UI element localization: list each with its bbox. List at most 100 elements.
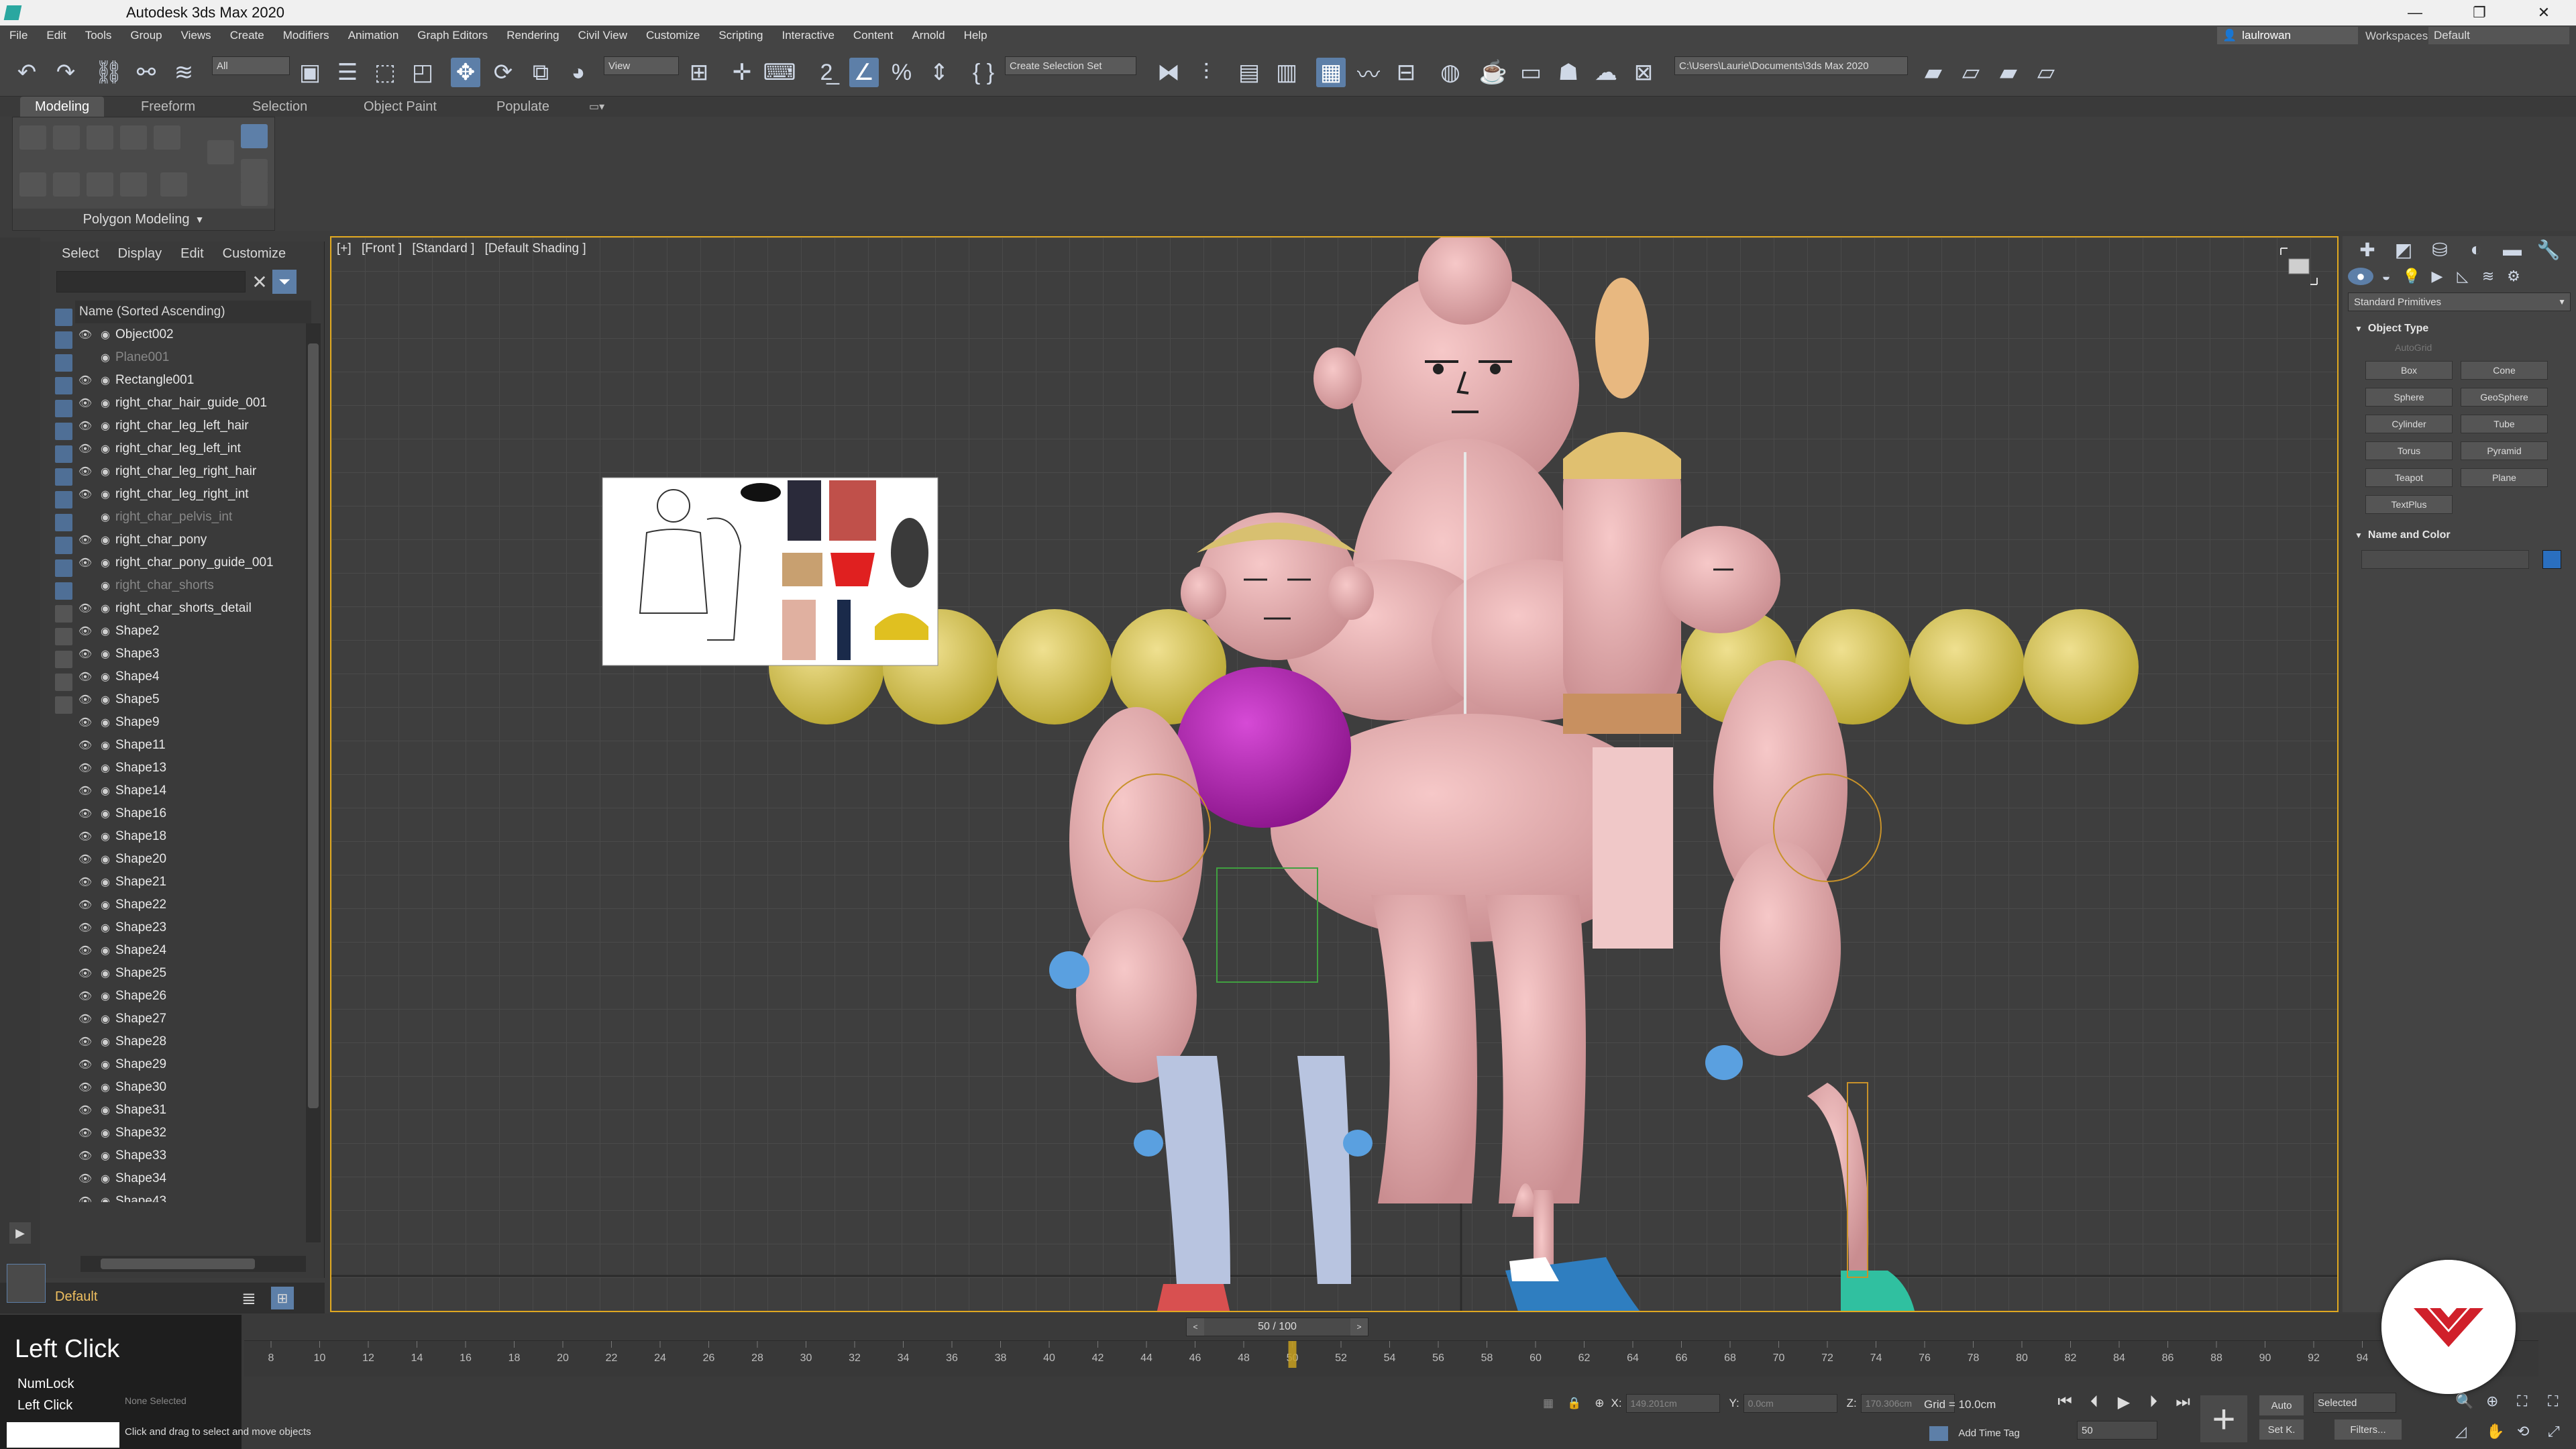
menu-edit[interactable]: Edit <box>46 29 66 42</box>
scene-object-row[interactable]: 👁 ◉ Shape11 <box>75 734 345 757</box>
select-rotate-icon[interactable]: ⟳ <box>488 58 518 87</box>
menu-tools[interactable]: Tools <box>85 29 112 42</box>
expand-layout-tab-icon[interactable]: ▶ <box>9 1222 31 1244</box>
visibility-eye-icon[interactable]: 👁 <box>75 556 95 570</box>
geometry-type-dropdown[interactable]: Standard Primitives <box>2348 292 2571 311</box>
helpers-category-icon[interactable]: ◺ <box>2450 268 2475 285</box>
viewport-general-menu[interactable]: [+] <box>337 241 352 256</box>
visibility-eye-icon[interactable]: 👁 <box>75 419 95 433</box>
field-of-view-icon[interactable]: ◿ <box>2455 1423 2482 1449</box>
display-tab-icon[interactable]: ▬ <box>2494 239 2530 260</box>
systems-category-icon[interactable]: ⚙ <box>2501 268 2526 285</box>
time-slider[interactable]: < 50 / 100 > <box>1186 1318 1368 1336</box>
display-spacewarps-icon[interactable] <box>55 445 72 463</box>
window-crossing-icon[interactable]: ◰ <box>408 58 437 87</box>
menu-file[interactable]: File <box>9 29 28 42</box>
scene-object-row[interactable]: 👁 ◉ Rectangle001 <box>75 369 345 392</box>
scene-object-row[interactable]: 👁 ◉ Shape23 <box>75 916 345 939</box>
visibility-eye-icon[interactable]: 👁 <box>75 693 95 706</box>
ribbon-tool-button[interactable] <box>207 140 234 164</box>
visibility-eye-icon[interactable]: 👁 <box>75 761 95 775</box>
viewport-standard-menu[interactable]: [Standard ] <box>412 241 474 256</box>
select-move-icon[interactable]: ✥ <box>451 58 480 87</box>
ribbon-tool-button[interactable] <box>241 182 268 206</box>
visibility-eye-icon[interactable]: 👁 <box>75 1172 95 1185</box>
zoom-extents-icon[interactable]: ⛶ <box>2517 1393 2544 1419</box>
snaps-toggle-icon[interactable]: 2̲ <box>812 58 841 87</box>
layer-explorer-icon[interactable]: ≣ <box>241 1288 256 1309</box>
redo-icon[interactable]: ↷ <box>51 58 80 87</box>
scene-object-row[interactable]: 👁 ◉ right_char_leg_right_hair <box>75 460 345 483</box>
align-icon[interactable]: ⫶ <box>1191 58 1221 87</box>
add-time-tag-button[interactable]: Add Time Tag <box>1929 1426 2020 1441</box>
play-icon[interactable]: ▶ <box>2109 1393 2139 1412</box>
tab-object-paint[interactable]: Object Paint <box>364 97 437 117</box>
teapot-button[interactable]: Teapot <box>2365 468 2453 487</box>
display-cameras-icon[interactable] <box>55 400 72 417</box>
material-editor-icon[interactable]: ◍ <box>1436 58 1465 87</box>
torus-button[interactable]: Torus <box>2365 441 2453 460</box>
undo-icon[interactable]: ↶ <box>12 58 42 87</box>
previous-frame-icon[interactable]: ⏴ <box>2080 1393 2109 1412</box>
menu-rendering[interactable]: Rendering <box>506 29 559 42</box>
go-to-start-icon[interactable]: ⏮ <box>2050 1393 2080 1412</box>
display-bones-icon[interactable] <box>55 514 72 531</box>
zoom-all-icon[interactable]: ⊕ <box>2486 1393 2513 1419</box>
scene-object-row[interactable]: 👁 ◉ Shape25 <box>75 962 345 985</box>
display-lights-icon[interactable] <box>55 377 72 394</box>
percent-snap-icon[interactable]: % <box>887 58 916 87</box>
front-viewport[interactable]: [+] [Front ] [Standard ] [Default Shadin… <box>330 236 2339 1312</box>
object-color-swatch[interactable] <box>2542 550 2561 569</box>
pyramid-button[interactable]: Pyramid <box>2461 441 2548 460</box>
menu-modifiers[interactable]: Modifiers <box>283 29 329 42</box>
menu-civil-view[interactable]: Civil View <box>578 29 627 42</box>
close-button[interactable]: ✕ <box>2512 0 2576 25</box>
visibility-eye-icon[interactable]: 👁 <box>75 1149 95 1163</box>
menu-customize[interactable]: Customize <box>646 29 700 42</box>
cameras-category-icon[interactable]: ▶ <box>2424 268 2450 285</box>
menu-group[interactable]: Group <box>130 29 162 42</box>
zoom-icon[interactable]: 🔍 <box>2455 1393 2482 1419</box>
scene-object-row[interactable]: 👁 ◉ Shape28 <box>75 1030 345 1053</box>
scene-object-row[interactable]: 👁 ◉ Shape3 <box>75 643 345 665</box>
keyboard-shortcut-override-icon[interactable]: ⌨ <box>763 58 796 87</box>
menu-help[interactable]: Help <box>964 29 987 42</box>
schematic-view-icon[interactable]: ⊟ <box>1391 58 1421 87</box>
ribbon-tool-button[interactable] <box>120 172 147 197</box>
spacewarps-category-icon[interactable]: ≋ <box>2475 268 2501 285</box>
cylinder-button[interactable]: Cylinder <box>2365 415 2453 433</box>
menu-views[interactable]: Views <box>181 29 211 42</box>
visibility-eye-icon[interactable]: 👁 <box>75 1058 95 1071</box>
hierarchy-tab-icon[interactable]: ⛁ <box>2422 239 2458 261</box>
viewport-shading-menu[interactable]: [Default Shading ] <box>485 241 586 256</box>
tube-button[interactable]: Tube <box>2461 415 2548 433</box>
scene-object-row[interactable]: 👁 ◉ Shape27 <box>75 1008 345 1030</box>
workspace-dropdown[interactable]: Default <box>2428 27 2569 44</box>
track-bar[interactable]: 8 10 12 14 16 18 20 22 24 26 28 30 32 34 36 38 40 42 44 46 4… <box>244 1340 2538 1377</box>
visibility-eye-icon[interactable]: 👁 <box>75 1012 95 1026</box>
ribbon-tool-button[interactable] <box>19 172 46 197</box>
ribbon-tool-button[interactable] <box>120 125 147 150</box>
set-key-icon[interactable]: + <box>2200 1395 2247 1442</box>
display-invert-icon[interactable] <box>55 651 72 668</box>
viewport-point-of-view-menu[interactable]: [Front ] <box>362 241 402 256</box>
object-name-field[interactable] <box>2361 550 2529 569</box>
visibility-eye-icon[interactable]: 👁 <box>75 1081 95 1094</box>
object-type-rollout-header[interactable]: ▼ Object Type <box>2348 319 2571 338</box>
ribbon-options-icon[interactable]: ▭▾ <box>589 97 604 117</box>
polygon-modeling-dropdown[interactable]: Polygon Modeling ▼ <box>13 209 274 230</box>
minimize-button[interactable]: — <box>2383 0 2447 25</box>
explorer-menu-customize[interactable]: Customize <box>223 246 286 262</box>
x-coordinate-field[interactable]: 149.201cm <box>1625 1394 1720 1413</box>
display-geometry-icon[interactable] <box>55 331 72 349</box>
key-filters-button[interactable]: Filters... <box>2334 1419 2402 1440</box>
maximize-viewport-icon[interactable]: ⤢ <box>2548 1423 2575 1449</box>
reference-coordinate-dropdown[interactable]: View <box>604 56 679 75</box>
scene-object-row[interactable]: 👁 ◉ right_char_leg_left_int <box>75 437 345 460</box>
filter-funnel-icon[interactable] <box>55 674 72 691</box>
y-coordinate-field[interactable]: 0.0cm <box>1743 1394 1837 1413</box>
clear-search-icon[interactable]: ✕ <box>250 272 270 292</box>
edit-named-selection-icon[interactable]: { } <box>969 58 998 87</box>
visibility-eye-icon[interactable]: 👁 <box>75 465 95 478</box>
visibility-eye-icon[interactable]: 👁 <box>75 533 95 547</box>
